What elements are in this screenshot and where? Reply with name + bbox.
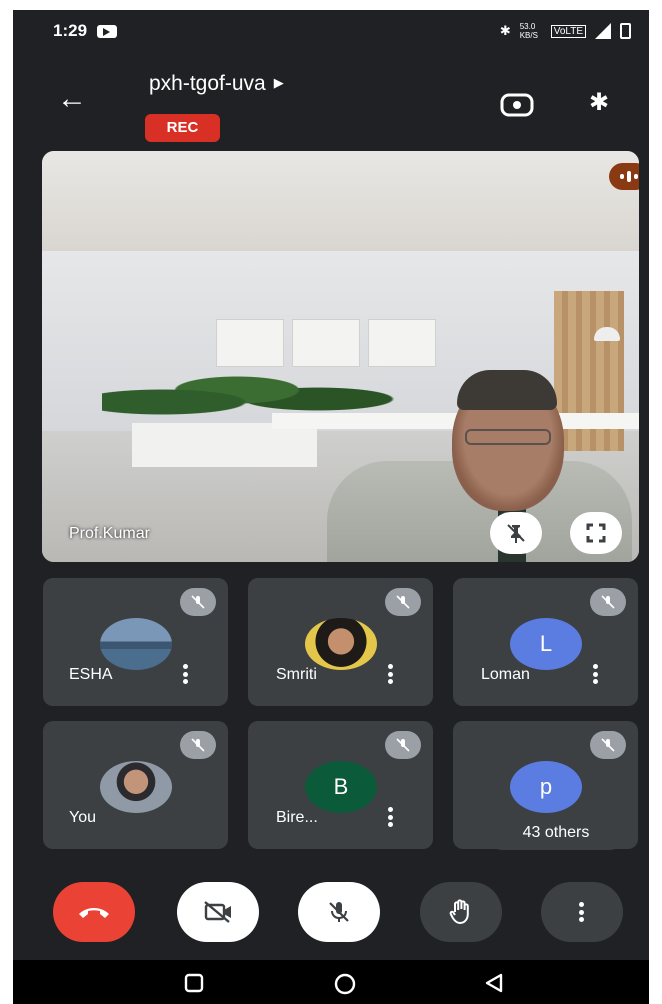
unpin-button[interactable] — [490, 512, 542, 554]
camera-toggle-button[interactable] — [177, 882, 259, 942]
more-options-icon — [579, 902, 585, 922]
participant-name: Bire... — [276, 809, 318, 826]
screen-record-icon — [97, 24, 118, 38]
network-speed: 53.0 KB/S — [519, 22, 538, 40]
presenter-hair — [457, 370, 557, 410]
meeting-header: ← pxh-tgof-uva ▶ REC ✱ — [13, 52, 649, 148]
participant-tile[interactable]: You — [43, 721, 228, 849]
unpin-icon — [507, 524, 525, 543]
participant-tile[interactable]: L Loman — [453, 578, 638, 706]
wall-panel — [368, 319, 436, 367]
raise-hand-button[interactable] — [420, 882, 502, 942]
back-nav-icon[interactable] — [483, 972, 505, 999]
presenter-glasses — [465, 429, 551, 445]
wall-panel — [216, 319, 284, 367]
raise-hand-icon — [449, 899, 469, 925]
mic-off-icon — [590, 588, 626, 616]
status-bar: 1:29 ✱ 53.0 KB/S VoLTE — [13, 10, 649, 52]
main-video-name: Prof.Kumar — [69, 525, 150, 542]
volte-icon: VoLTE — [550, 24, 586, 38]
end-call-button[interactable] — [53, 882, 135, 942]
mic-toggle-button[interactable] — [298, 882, 380, 942]
more-vert-icon[interactable] — [183, 664, 189, 684]
meeting-code: pxh-tgof-uva — [149, 72, 266, 95]
status-time: 1:29 — [53, 21, 88, 40]
meeting-title[interactable]: pxh-tgof-uva ▶ — [149, 72, 284, 96]
more-vert-icon[interactable] — [388, 664, 394, 684]
speaking-indicator-icon — [609, 163, 639, 190]
bluetooth-status-icon: ✱ — [499, 23, 511, 38]
recents-icon[interactable] — [183, 972, 205, 999]
switch-camera-icon[interactable] — [500, 92, 534, 118]
fullscreen-button[interactable] — [570, 512, 622, 554]
android-nav-bar — [13, 960, 649, 1004]
home-icon[interactable] — [333, 972, 357, 1001]
bluetooth-audio-icon[interactable]: ✱ — [589, 88, 609, 117]
status-right: ✱ 53.0 KB/S VoLTE — [500, 22, 631, 40]
video-background — [42, 151, 639, 251]
more-vert-icon[interactable] — [388, 807, 394, 827]
chevron-right-icon: ▶ — [273, 75, 284, 90]
wall-panel — [292, 319, 360, 367]
planter — [132, 423, 317, 467]
battery-icon — [620, 23, 631, 39]
participant-tile[interactable]: Smriti — [248, 578, 433, 706]
others-count-button[interactable]: 43 others — [485, 815, 627, 850]
avatar: L — [510, 618, 582, 670]
more-options-button[interactable] — [541, 882, 623, 942]
participant-name: Smriti — [276, 666, 317, 683]
camera-off-icon — [204, 901, 231, 923]
back-arrow-icon[interactable]: ← — [57, 84, 87, 114]
main-video-tile[interactable]: Prof.Kumar — [42, 151, 639, 562]
rec-badge: REC — [145, 114, 220, 142]
end-call-icon — [79, 908, 109, 918]
mic-off-icon — [180, 731, 216, 759]
signal-icon — [595, 23, 611, 39]
participant-name: Loman — [481, 666, 530, 683]
mic-off-icon — [590, 731, 626, 759]
participant-tile[interactable]: ESHA — [43, 578, 228, 706]
avatar — [100, 761, 172, 813]
mic-off-icon — [329, 902, 349, 922]
mic-off-icon — [385, 588, 421, 616]
mic-off-icon — [180, 588, 216, 616]
avatar: p — [510, 761, 582, 813]
meet-screen: 1:29 ✱ 53.0 KB/S VoLTE ← pxh-tgof-uva ▶ R… — [13, 10, 649, 1004]
more-vert-icon[interactable] — [593, 664, 599, 684]
avatar — [100, 618, 172, 670]
fullscreen-icon — [586, 523, 606, 543]
mic-off-icon — [385, 731, 421, 759]
avatar: B — [305, 761, 377, 813]
participant-name: ESHA — [69, 666, 113, 683]
avatar — [305, 618, 377, 670]
participant-tile[interactable]: B Bire... — [248, 721, 433, 849]
participant-name: You — [69, 809, 96, 826]
